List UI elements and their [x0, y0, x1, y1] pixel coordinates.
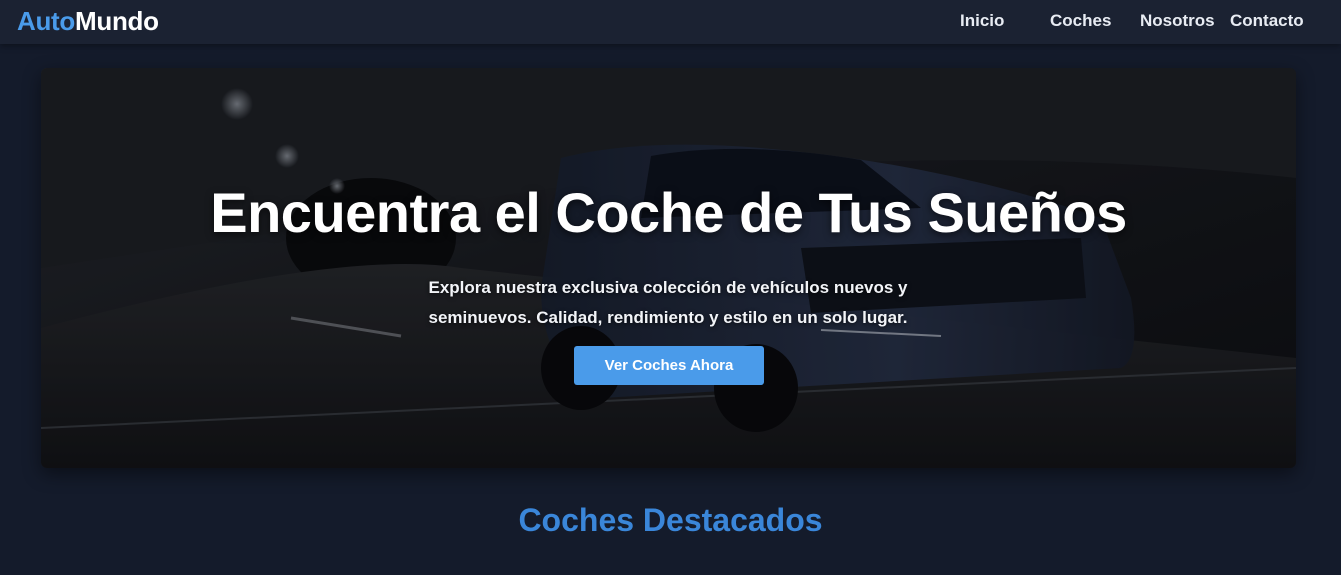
site-logo[interactable]: AutoMundo — [17, 6, 159, 37]
nav-link-nosotros[interactable]: Nosotros — [1140, 11, 1215, 31]
logo-part-mundo: Mundo — [75, 6, 159, 36]
view-cars-button[interactable]: Ver Coches Ahora — [574, 346, 764, 385]
hero-title: Encuentra el Coche de Tus Sueños — [210, 181, 1127, 244]
nav-link-contacto[interactable]: Contacto — [1230, 11, 1304, 31]
hero-banner: Encuentra el Coche de Tus Sueños Explora… — [41, 68, 1296, 468]
featured-cars-heading: Coches Destacados — [518, 502, 823, 538]
hero-subtitle: Explora nuestra exclusiva colección de v… — [428, 278, 908, 327]
navbar: AutoMundo Inicio Coches Nosotros Contact… — [0, 0, 1341, 44]
nav-link-coches[interactable]: Coches — [1050, 11, 1111, 31]
hero-background-image — [41, 68, 1296, 468]
logo-part-auto: Auto — [17, 6, 75, 36]
nav-link-inicio[interactable]: Inicio — [960, 11, 1004, 31]
